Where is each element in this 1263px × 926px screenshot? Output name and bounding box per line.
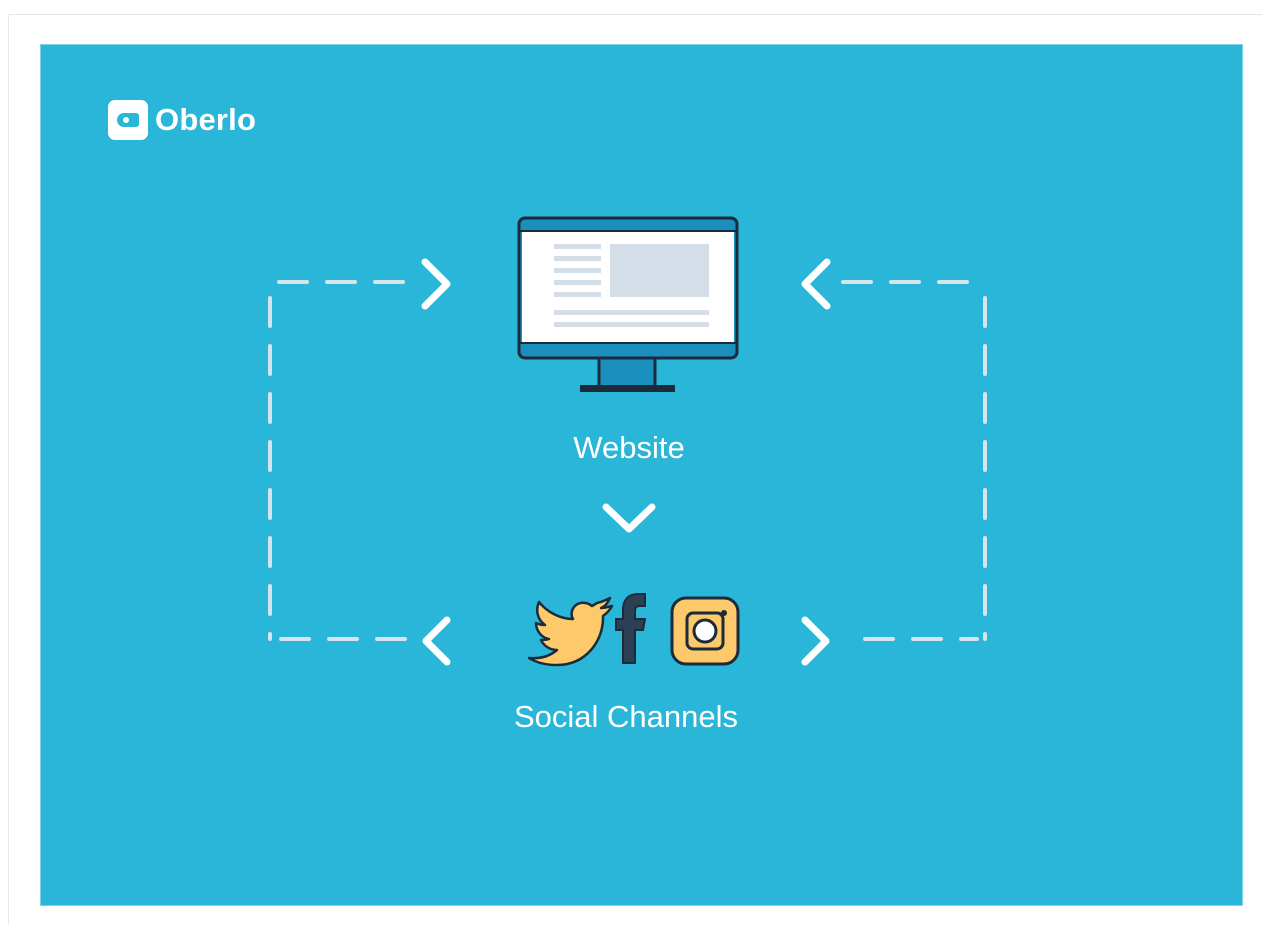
arrow-left-top-right (801, 258, 831, 310)
social-channels-label: Social Channels (513, 699, 739, 734)
right-loop-path (841, 280, 987, 641)
flow-diagram (268, 216, 987, 667)
arrow-left-bottom-left (422, 616, 451, 666)
diagram-panel: Oberlo Website Social Channels (40, 44, 1243, 906)
arrow-right-bottom-right (801, 616, 830, 666)
arrow-down-center (602, 503, 656, 533)
facebook-icon (615, 593, 647, 664)
left-loop-path (268, 280, 415, 641)
arrow-right-top-left (421, 258, 451, 310)
website-label: Website (573, 430, 685, 465)
instagram-icon (670, 596, 740, 666)
monitor-icon (517, 216, 739, 392)
twitter-icon (527, 596, 614, 667)
